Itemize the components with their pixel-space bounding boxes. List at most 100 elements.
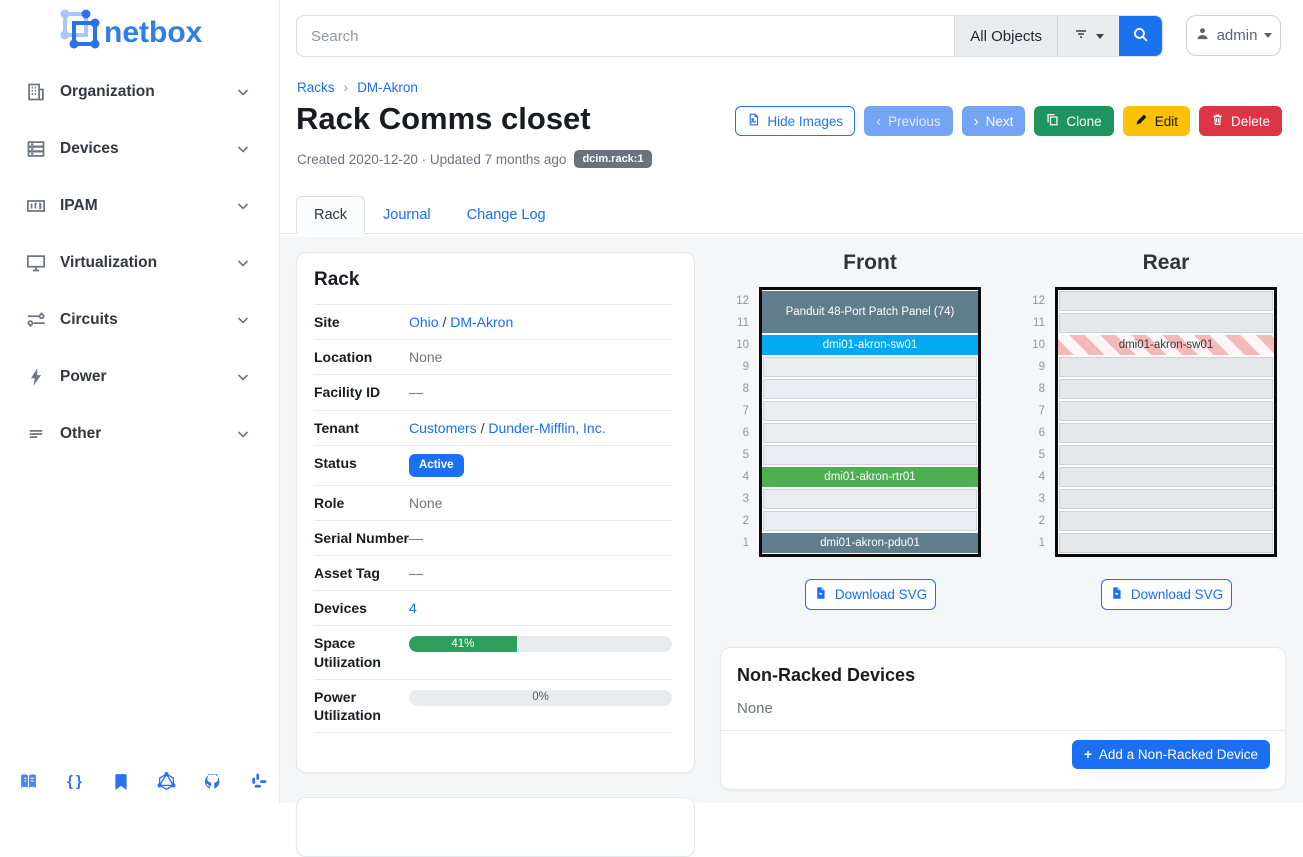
next-button[interactable]: › Next <box>962 106 1026 136</box>
rack-unit-empty[interactable] <box>763 401 977 421</box>
row-tenant: Tenant Customers / Dunder-Mifflin, Inc. <box>314 411 672 446</box>
rack-device[interactable]: dmi01-akron-pdu01 <box>762 533 978 553</box>
unit-number: 6 <box>1023 422 1045 444</box>
download-svg-rear-button[interactable]: Download SVG <box>1101 579 1232 610</box>
rack-unit-empty[interactable] <box>763 489 977 509</box>
unit-number: 10 <box>1023 334 1045 356</box>
sidebar-item-virtualization[interactable]: Virtualization <box>10 243 269 283</box>
sidebar-footer: { } <box>0 772 280 791</box>
sidebar-item-circuits[interactable]: Circuits <box>10 300 269 340</box>
download-svg-front-button[interactable]: Download SVG <box>805 579 936 610</box>
site-group-link[interactable]: Ohio <box>409 314 439 330</box>
front-elevation-title: Front <box>759 251 981 275</box>
user-name: admin <box>1217 27 1258 44</box>
chevron-down-icon <box>235 84 251 100</box>
main-area: All Objects admin Racks › DM-Akron Rack … <box>280 0 1303 803</box>
pencil-icon <box>1135 113 1148 129</box>
rack-unit-blocked <box>1059 533 1273 553</box>
search-submit-button[interactable] <box>1119 16 1162 56</box>
breadcrumb-site-link[interactable]: DM-Akron <box>357 80 418 95</box>
svg-text:netbox: netbox <box>104 16 203 49</box>
journal-icon[interactable] <box>111 772 130 791</box>
rack-unit-blocked <box>1059 511 1273 531</box>
search-filter-button[interactable] <box>1057 16 1119 56</box>
building-icon <box>26 82 46 102</box>
rack-device[interactable]: dmi01-akron-sw01 <box>762 335 978 355</box>
row-site: Site Ohio / DM-Akron <box>314 304 672 340</box>
sidebar-item-label: Virtualization <box>60 254 235 272</box>
github-icon[interactable] <box>203 772 222 791</box>
sidebar-item-other[interactable]: Other <box>10 414 269 454</box>
action-buttons: Hide Images ‹ Previous › Next Clone Edit <box>735 106 1282 136</box>
unit-number: 9 <box>1023 356 1045 378</box>
rack-device[interactable]: Panduit 48-Port Patch Panel (74) <box>762 291 978 333</box>
row-power-utilization: Power Utilization 0% <box>314 680 672 733</box>
sidebar-item-power[interactable]: Power <box>10 357 269 397</box>
rack-unit-empty[interactable] <box>763 423 977 443</box>
docs-icon[interactable] <box>19 772 38 791</box>
unit-number: 7 <box>1023 400 1045 422</box>
breadcrumb-racks-link[interactable]: Racks <box>297 80 335 95</box>
rack-details-panel: Rack Site Ohio / DM-Akron Location None … <box>296 252 695 773</box>
tab-journal[interactable]: Journal <box>365 196 449 234</box>
power-utilization-bar: 0% <box>409 690 672 706</box>
unit-number: 3 <box>727 488 749 510</box>
unit-number: 9 <box>727 356 749 378</box>
unit-number: 4 <box>1023 466 1045 488</box>
filter-icon <box>1073 26 1089 46</box>
location-value: None <box>409 348 672 366</box>
sidebar-item-ipam[interactable]: IPAM <box>10 186 269 226</box>
delete-button[interactable]: Delete <box>1199 106 1282 136</box>
power-icon <box>26 367 46 387</box>
search-icon <box>1132 26 1149 46</box>
rack-device[interactable]: dmi01-akron-rtr01 <box>762 467 978 487</box>
other-icon <box>26 424 46 444</box>
rest-api-icon[interactable]: { } <box>65 772 84 791</box>
tenant-link[interactable]: Dunder-Mifflin, Inc. <box>488 420 605 436</box>
devices-count-link[interactable]: 4 <box>409 600 417 616</box>
row-asset-tag: Asset Tag — <box>314 556 672 591</box>
row-space-utilization: Space Utilization 41% <box>314 626 672 679</box>
chevron-down-icon <box>235 369 251 385</box>
virtualization-icon <box>26 253 46 273</box>
rack-unit-blocked <box>1059 467 1273 487</box>
hide-images-button[interactable]: Hide Images <box>735 106 855 136</box>
tab-change-log[interactable]: Change Log <box>449 196 564 234</box>
object-id-badge: dcim.rack:1 <box>574 150 651 168</box>
sidebar-item-label: Devices <box>60 140 235 158</box>
unit-number: 12 <box>727 290 749 312</box>
rack-unit-blocked <box>1059 291 1273 311</box>
site-link[interactable]: DM-Akron <box>450 314 513 330</box>
slack-icon[interactable] <box>249 772 268 791</box>
rack-unit-empty[interactable] <box>763 379 977 399</box>
netbox-logo[interactable]: netbox <box>56 8 226 58</box>
user-menu-button[interactable]: admin <box>1186 15 1281 56</box>
rear-rack: dmi01-akron-sw01 <box>1055 287 1277 557</box>
rack-unit-blocked <box>1059 357 1273 377</box>
sidebar-item-label: Other <box>60 425 235 443</box>
graphql-icon[interactable] <box>157 772 176 791</box>
rack-device[interactable]: dmi01-akron-sw01 <box>1058 335 1274 355</box>
copy-icon <box>1046 113 1059 129</box>
search-input[interactable] <box>297 16 954 56</box>
clone-button[interactable]: Clone <box>1034 106 1113 136</box>
panel-footer: + Add a Non-Racked Device <box>721 730 1285 778</box>
tab-rack[interactable]: Rack <box>296 196 365 234</box>
rack-unit-blocked <box>1059 379 1273 399</box>
asset-tag-value: — <box>409 564 672 582</box>
edit-button[interactable]: Edit <box>1123 106 1190 136</box>
rack-unit-blocked <box>1059 445 1273 465</box>
unit-number: 11 <box>727 312 749 334</box>
tenant-group-link[interactable]: Customers <box>409 420 477 436</box>
sidebar-item-organization[interactable]: Organization <box>10 72 269 112</box>
rack-unit-empty[interactable] <box>763 511 977 531</box>
previous-button[interactable]: ‹ Previous <box>864 106 953 136</box>
person-icon <box>1195 26 1210 45</box>
rack-unit-empty[interactable] <box>763 357 977 377</box>
rack-unit-empty[interactable] <box>763 445 977 465</box>
rack-unit-blocked <box>1059 423 1273 443</box>
add-non-racked-device-button[interactable]: + Add a Non-Racked Device <box>1072 740 1270 769</box>
search-scope-button[interactable]: All Objects <box>954 16 1057 56</box>
rack-unit-blocked <box>1059 313 1273 333</box>
sidebar-item-devices[interactable]: Devices <box>10 129 269 169</box>
